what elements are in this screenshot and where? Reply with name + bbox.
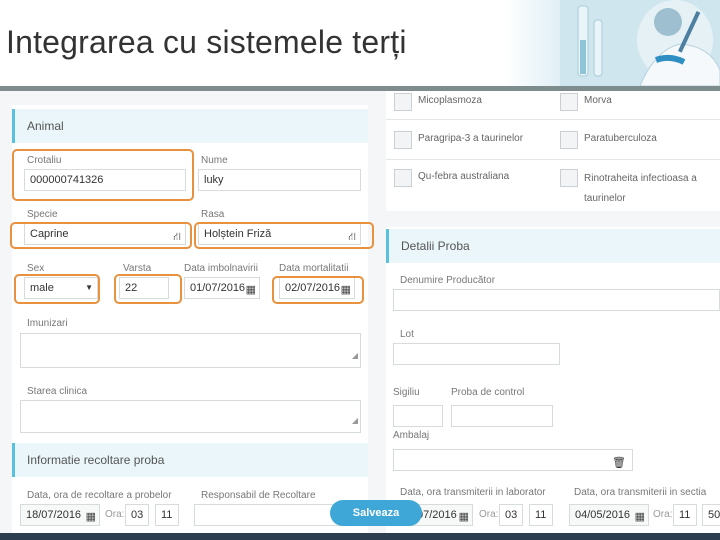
highlight-crotaliu bbox=[12, 149, 194, 201]
sectie-hour-field[interactable]: 11 bbox=[673, 504, 697, 526]
calendar-icon[interactable]: ▦ bbox=[635, 507, 645, 525]
sectie-date-field[interactable]: 04/05/2016 ▦ bbox=[569, 504, 649, 526]
checkbox[interactable] bbox=[560, 93, 578, 111]
ora-label: Ora: bbox=[105, 509, 125, 520]
sigiliu-label: Sigiliu bbox=[393, 387, 420, 398]
save-button[interactable]: Salveaza bbox=[330, 500, 422, 526]
rasa-label: Rasa bbox=[201, 209, 225, 220]
transmiterii-minute-field[interactable]: 11 bbox=[529, 504, 553, 526]
proba-panel: Detalii Proba Denumire Producător Lot Si… bbox=[386, 227, 720, 540]
data-imbolnavirii-value: 01/07/2016 bbox=[190, 282, 246, 294]
nume-field[interactable]: luky bbox=[198, 169, 361, 191]
disease-item[interactable]: Micoplasmoza bbox=[394, 93, 482, 111]
trash-icon[interactable]: 🗑 bbox=[612, 453, 626, 470]
divider bbox=[386, 159, 720, 160]
sectie-label: Data, ora transmiterii in sectia bbox=[574, 487, 707, 498]
calendar-icon[interactable]: ▦ bbox=[86, 507, 96, 525]
specie-label: Specie bbox=[27, 209, 58, 220]
proba-control-label: Proba de control bbox=[451, 387, 525, 398]
highlight-sex bbox=[14, 274, 100, 304]
varsta-label: Varsta bbox=[123, 263, 152, 274]
data-mortalitatii-label: Data mortalitatii bbox=[279, 263, 349, 274]
ora-label: Ora: bbox=[653, 509, 673, 520]
starea-clinica-label: Starea clinica bbox=[27, 386, 88, 397]
disease-item[interactable]: Rinotraheita infectioasa a taurinelor bbox=[560, 169, 714, 209]
section-title-recoltare: Informatie recoltare proba bbox=[12, 443, 368, 477]
nume-label: Nume bbox=[201, 155, 228, 166]
form-screenshot: Animal Crotaliu 000000741326 Nume luky S… bbox=[0, 91, 720, 540]
divider bbox=[386, 119, 720, 120]
ambalaj-select[interactable]: 🗑 bbox=[393, 449, 633, 471]
lab-scientist-image bbox=[560, 0, 720, 86]
slide-header: Integrarea cu sistemele terți bbox=[0, 0, 720, 86]
slide-title: Integrarea cu sistemele terți bbox=[6, 24, 407, 60]
diseases-panel: Micoplasmoza Morva Paragripa-3 a taurine… bbox=[386, 91, 720, 211]
data-recoltare-field[interactable]: 18/07/2016 ▦ bbox=[20, 504, 100, 526]
section-title-proba: Detalii Proba bbox=[386, 229, 720, 263]
calendar-icon[interactable]: ▦ bbox=[246, 280, 256, 298]
checkbox[interactable] bbox=[560, 169, 578, 187]
data-imbolnavirii-label: Data imbolnavirii bbox=[184, 263, 258, 274]
imunizari-label: Imunizari bbox=[27, 318, 68, 329]
lot-field[interactable] bbox=[393, 343, 560, 365]
sex-label: Sex bbox=[27, 263, 45, 274]
starea-clinica-textarea[interactable]: ◢ bbox=[20, 400, 361, 433]
highlight-specie bbox=[10, 222, 192, 249]
lot-label: Lot bbox=[400, 329, 414, 340]
highlight-rasa bbox=[194, 222, 374, 249]
data-imbolnavirii-field[interactable]: 01/07/2016 ▦ bbox=[184, 277, 260, 299]
resize-handle-icon[interactable]: ◢ bbox=[352, 346, 358, 366]
proba-control-field[interactable] bbox=[451, 405, 553, 427]
checkbox[interactable] bbox=[394, 93, 412, 111]
transmiterii-hour-field[interactable]: 03 bbox=[499, 504, 523, 526]
disease-item[interactable]: Paragripa-3 a taurinelor bbox=[394, 131, 523, 149]
taskbar-strip bbox=[0, 533, 720, 540]
imunizari-textarea[interactable]: ◢ bbox=[20, 333, 361, 368]
sectie-date-value: 04/05/2016 bbox=[575, 509, 631, 521]
data-recoltare-value: 18/07/2016 bbox=[26, 509, 82, 521]
checkbox[interactable] bbox=[560, 131, 578, 149]
sigiliu-field[interactable] bbox=[393, 405, 443, 427]
disease-item[interactable]: Paratuberculoza bbox=[560, 131, 657, 149]
ora-hour-field[interactable]: 03 bbox=[125, 504, 149, 526]
ambalaj-label: Ambalaj bbox=[393, 430, 430, 441]
sectie-minute-field[interactable]: 50 bbox=[702, 504, 720, 526]
section-title-animal: Animal bbox=[12, 109, 368, 143]
highlight-data-mortalitatii bbox=[272, 276, 364, 304]
calendar-icon[interactable]: ▦ bbox=[459, 507, 469, 525]
disease-item[interactable]: Qu-febra australiana bbox=[394, 169, 509, 187]
resize-handle-icon[interactable]: ◢ bbox=[352, 411, 358, 431]
ora-label: Ora: bbox=[479, 509, 499, 520]
checkbox[interactable] bbox=[394, 131, 412, 149]
highlight-varsta bbox=[114, 274, 182, 304]
responsabil-label: Responsabil de Recoltare bbox=[201, 490, 316, 501]
transmiterii-label: Data, ora transmiterii in laborator bbox=[400, 487, 546, 498]
producator-label: Denumire Producător bbox=[400, 275, 496, 286]
producator-field[interactable] bbox=[393, 289, 720, 311]
ora-minute-field[interactable]: 11 bbox=[155, 504, 179, 526]
disease-item[interactable]: Morva bbox=[560, 93, 612, 111]
data-recoltare-label: Data, ora de recoltare a probelor bbox=[27, 490, 172, 501]
checkbox[interactable] bbox=[394, 169, 412, 187]
